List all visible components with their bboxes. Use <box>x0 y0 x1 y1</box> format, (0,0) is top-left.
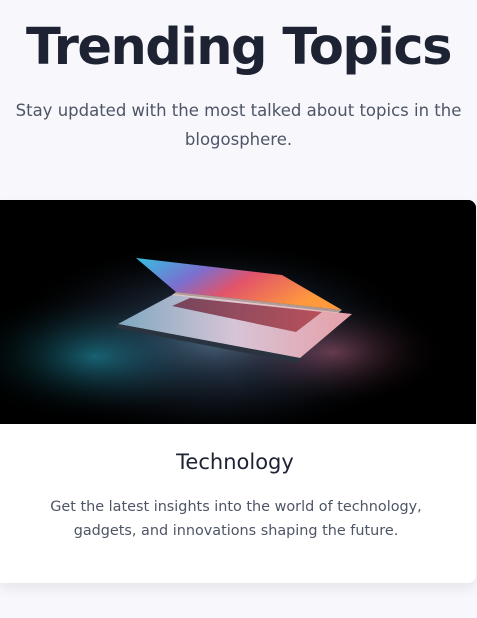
section-title: Trending Topics <box>26 18 452 77</box>
topic-card-image <box>0 200 476 424</box>
section-subtitle: Stay updated with the most talked about … <box>15 101 462 149</box>
topic-card-description: Get the latest insights into the world o… <box>50 499 422 539</box>
topic-card-title: Technology <box>176 450 294 474</box>
page: Trending Topics Stay updated with the mo… <box>0 0 477 618</box>
laptop-photo <box>0 200 476 424</box>
topic-card-technology[interactable]: Technology Get the latest insights into … <box>0 200 476 583</box>
